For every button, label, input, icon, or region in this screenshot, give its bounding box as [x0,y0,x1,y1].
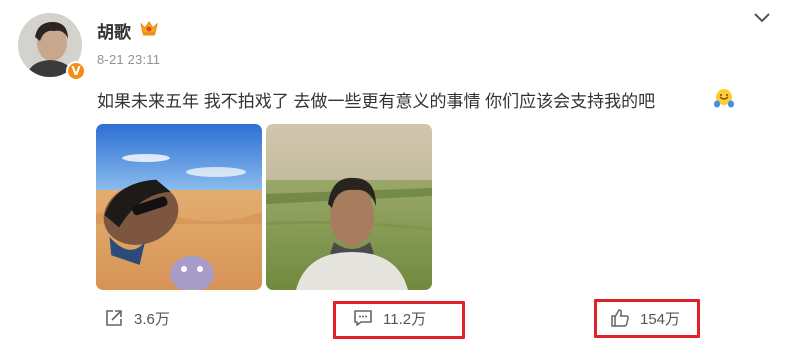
crown-icon [140,21,158,36]
repost-count: 3.6万 [134,310,170,328]
repost-button[interactable]: 3.6万 [104,300,170,336]
post-photo-field[interactable] [266,124,432,290]
username[interactable]: 胡歌 [97,18,131,43]
verified-icon: V [66,61,86,81]
post-timestamp[interactable]: 8-21 23:11 [97,52,160,67]
like-highlight-box [594,299,700,338]
avatar-container[interactable]: V [18,13,86,81]
share-icon [106,310,122,326]
post-text: 如果未来五年 我不拍戏了 去做一些更有意义的事情 你们应该会支持我的吧 [97,92,656,111]
post-photo-desert[interactable] [96,124,262,290]
smile-emoji-icon [714,89,734,108]
comment-highlight-box [333,301,465,339]
chevron-down-icon[interactable] [752,11,772,25]
